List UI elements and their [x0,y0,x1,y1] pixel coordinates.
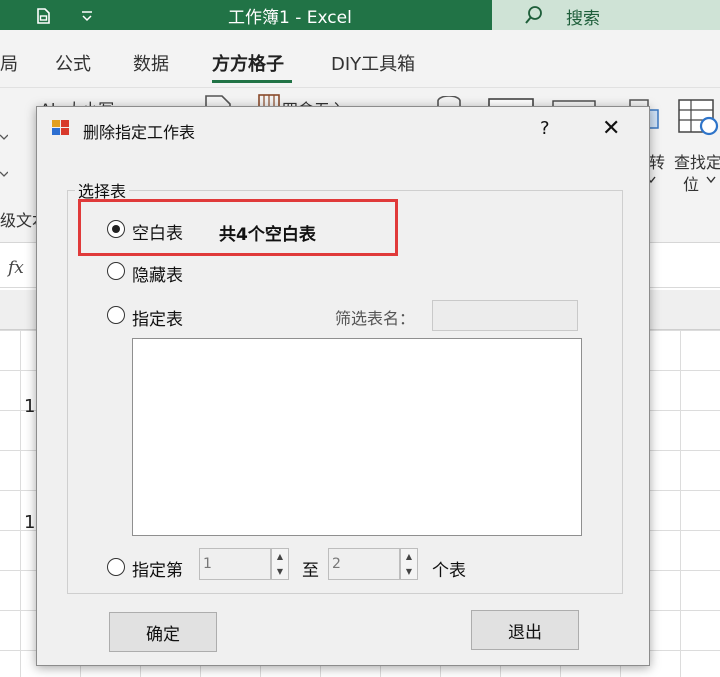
stepper-down-icon[interactable]: ▼ [272,564,288,579]
cell-value[interactable]: 1 [24,396,35,417]
cell-value[interactable]: 1 [24,512,35,533]
fx-icon[interactable]: fx [8,258,24,278]
active-tab-underline [212,80,292,83]
range-from-stepper[interactable]: ▲ ▼ [271,548,289,580]
search-icon [525,6,542,24]
find-locate-label: 查找定 [674,153,720,172]
range-suffix-label: 个表 [432,561,466,581]
app-logo-icon [52,120,69,135]
specified-sheets-label[interactable]: 指定表 [132,305,183,330]
ok-button[interactable]: 确定 [109,612,217,652]
stepper-down-icon[interactable]: ▼ [401,564,417,579]
customize-toolbar-icon[interactable] [80,9,94,23]
range-to-stepper[interactable]: ▲ ▼ [400,548,418,580]
sheet-list-box[interactable] [132,338,582,536]
exit-button[interactable]: 退出 [471,610,579,650]
close-button[interactable]: ✕ [602,116,620,141]
chevron-down-icon [706,176,716,184]
hidden-sheets-label[interactable]: 隐藏表 [132,261,183,286]
tab-diy-toolbox[interactable]: DIY工具箱 [331,50,415,76]
window-title: 工作簿1 - Excel [228,8,352,28]
specified-sheets-radio[interactable] [107,306,125,324]
chevron-down-icon [0,171,8,177]
tab-data[interactable]: 数据 [133,50,169,76]
range-from-input[interactable] [199,548,271,580]
quick-save-icon[interactable] [34,6,54,26]
find-locate-icon[interactable] [677,98,720,142]
range-to-input[interactable] [328,548,400,580]
help-button[interactable]: ? [540,118,550,139]
tab-formulas[interactable]: 公式 [55,50,91,76]
blank-sheets-radio[interactable] [107,220,125,238]
find-locate-label-line2: 位 [683,175,700,194]
range-sheets-radio[interactable] [107,558,125,576]
transpose-label: 转 [649,153,666,172]
search-label: 搜索 [566,9,600,29]
dialog-title: 删除指定工作表 [83,123,196,142]
stepper-up-icon[interactable]: ▲ [272,549,288,564]
range-to-label: 至 [302,561,319,581]
tab-layout-partial[interactable]: 局 [0,50,18,76]
filter-name-input[interactable] [432,300,578,331]
filter-name-label: 筛选表名： [335,309,416,328]
blank-count-text: 共4个空白表 [219,225,316,245]
chevron-down-icon [0,134,8,140]
stepper-up-icon[interactable]: ▲ [401,549,417,564]
hidden-sheets-radio[interactable] [107,262,125,280]
blank-sheets-label[interactable]: 空白表 [132,219,183,244]
range-sheets-label[interactable]: 指定第 [132,556,183,581]
tab-fangfang-gezi[interactable]: 方方格子 [212,50,284,76]
